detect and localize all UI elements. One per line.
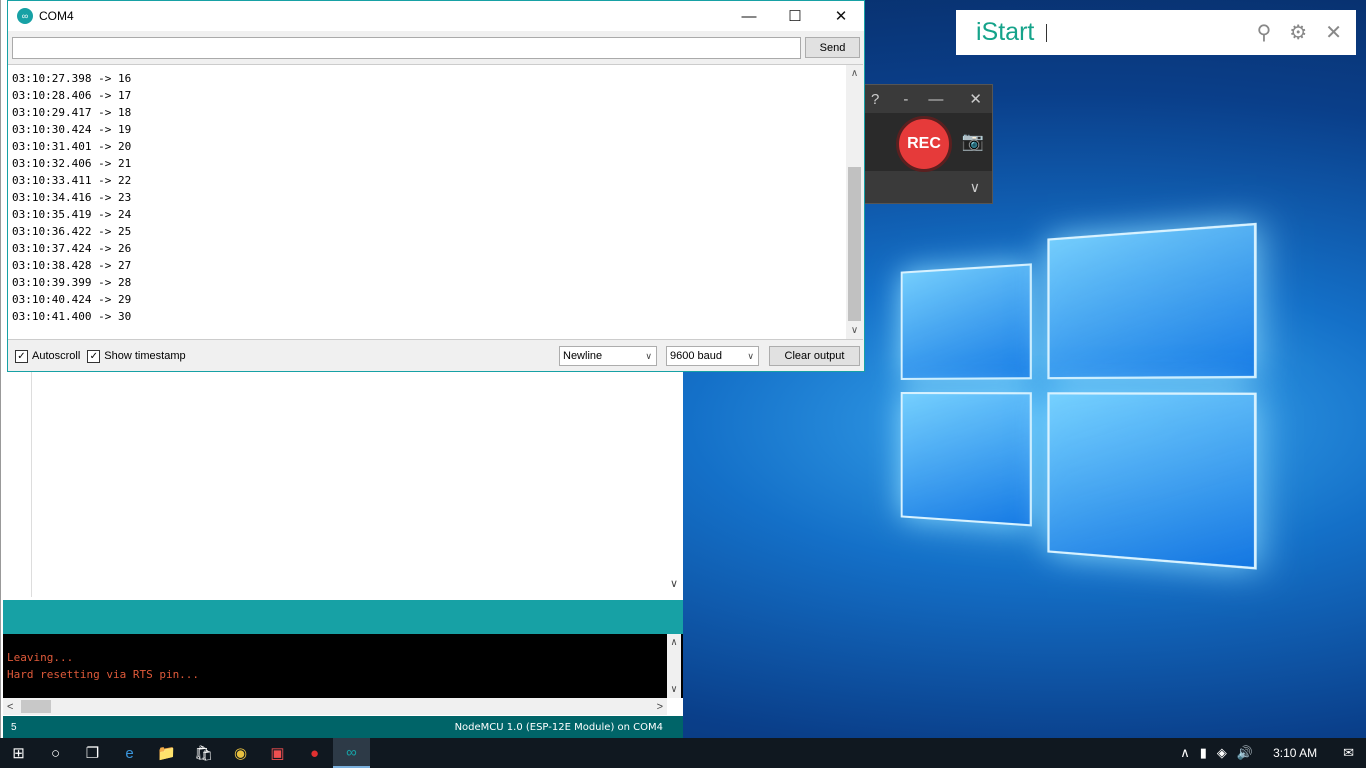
taskbar: ⊞ ○ ❐ e 📁 🛍 ◉ ▣ ● ∞ ∧ ▮ ◈ 🔊 3:10 AM ✉ bbox=[0, 738, 1366, 768]
baud-select[interactable]: 9600 baud ∨ bbox=[666, 346, 759, 366]
output-line: 03:10:36.422 -> 25 bbox=[12, 223, 131, 240]
search-icon[interactable]: ⚲ bbox=[1257, 20, 1272, 45]
output-line: 03:10:32.406 -> 21 bbox=[12, 155, 131, 172]
check-icon: ✓ bbox=[15, 350, 28, 363]
clear-output-button[interactable]: Clear output bbox=[769, 346, 860, 366]
scroll-right-icon[interactable]: > bbox=[657, 701, 663, 713]
output-line: 03:10:39.399 -> 28 bbox=[12, 274, 131, 291]
output-line: 03:10:31.401 -> 20 bbox=[12, 138, 131, 155]
console-line: Hard resetting via RTS pin... bbox=[7, 666, 683, 683]
chevron-down-icon[interactable]: ∨ bbox=[970, 179, 980, 196]
close-button[interactable]: ✕ bbox=[818, 1, 864, 31]
line-ending-select[interactable]: Newline ∨ bbox=[559, 346, 657, 366]
autoscroll-checkbox[interactable]: ✓ Autoscroll bbox=[15, 350, 80, 363]
chevron-up-icon[interactable]: ∧ bbox=[1180, 745, 1190, 761]
close-icon[interactable]: ✕ bbox=[1325, 20, 1342, 45]
scroll-down-icon[interactable]: ∨ bbox=[846, 322, 863, 339]
output-line: 03:10:35.419 -> 24 bbox=[12, 206, 131, 223]
chevron-down-icon: ∨ bbox=[747, 351, 754, 362]
output-line: 03:10:30.424 -> 19 bbox=[12, 121, 131, 138]
scroll-thumb[interactable] bbox=[21, 700, 51, 713]
output-lines: 03:10:27.398 -> 16 03:10:28.406 -> 17 03:1… bbox=[12, 70, 131, 325]
app-icon[interactable]: ▣ bbox=[259, 738, 296, 768]
task-view-icon[interactable]: ❐ bbox=[74, 738, 111, 768]
gear-icon[interactable]: ⚙ bbox=[1289, 20, 1307, 45]
screen-recorder-widget: ? - — ✕ REC 📷 ∨ bbox=[862, 84, 993, 204]
check-icon: ✓ bbox=[87, 350, 100, 363]
title-bar[interactable]: ∞ COM4 — ☐ ✕ bbox=[8, 1, 864, 31]
scroll-up-icon[interactable]: ∧ bbox=[846, 65, 863, 82]
istart-search-bar[interactable]: iStart ⚲ ⚙ ✕ bbox=[956, 10, 1356, 55]
output-line: 03:10:27.398 -> 16 bbox=[12, 70, 131, 87]
send-button[interactable]: Send bbox=[805, 37, 860, 58]
clock[interactable]: 3:10 AM bbox=[1273, 746, 1317, 760]
maximize-button[interactable]: ☐ bbox=[772, 1, 818, 31]
arduino-icon: ∞ bbox=[17, 8, 33, 24]
output-line: 03:10:34.416 -> 23 bbox=[12, 189, 131, 206]
chevron-down-icon: ∨ bbox=[645, 351, 652, 362]
scroll-thumb[interactable] bbox=[848, 167, 861, 321]
minimize-button[interactable]: — bbox=[726, 1, 772, 31]
camera-icon[interactable]: 📷 bbox=[962, 131, 984, 152]
output-line: 03:10:29.417 -> 18 bbox=[12, 104, 131, 121]
serial-output[interactable]: 03:10:27.398 -> 16 03:10:28.406 -> 17 03:1… bbox=[8, 64, 863, 340]
network-icon[interactable]: ◈ bbox=[1217, 745, 1227, 761]
serial-input[interactable] bbox=[12, 37, 801, 59]
text-cursor bbox=[1046, 24, 1047, 42]
console-line: Leaving... bbox=[7, 649, 683, 666]
file-explorer-icon[interactable]: 📁 bbox=[148, 738, 185, 768]
collapse-icon[interactable]: — bbox=[928, 91, 943, 108]
output-line: 03:10:33.411 -> 22 bbox=[12, 172, 131, 189]
scroll-down-icon[interactable]: ∨ bbox=[667, 577, 681, 590]
recorder-icon[interactable]: ● bbox=[296, 738, 333, 768]
arduino-icon[interactable]: ∞ bbox=[333, 738, 370, 768]
help-icon[interactable]: ? bbox=[871, 91, 879, 108]
minimize-icon[interactable]: - bbox=[903, 91, 908, 108]
record-button[interactable]: REC bbox=[896, 116, 952, 172]
message-bar bbox=[3, 600, 683, 634]
autoscroll-label: Autoscroll bbox=[32, 350, 80, 362]
store-icon[interactable]: 🛍 bbox=[185, 738, 222, 768]
start-button[interactable]: ⊞ bbox=[0, 738, 37, 768]
show-timestamp-label: Show timestamp bbox=[104, 350, 185, 362]
output-line: 03:10:40.424 -> 29 bbox=[12, 291, 131, 308]
serial-monitor-window: ∞ COM4 — ☐ ✕ Send 03:10:27.398 -> 16 03:1… bbox=[7, 0, 865, 372]
scroll-left-icon[interactable]: < bbox=[7, 701, 13, 713]
cortana-icon[interactable]: ○ bbox=[37, 738, 74, 768]
console-hscrollbar[interactable]: < > bbox=[3, 698, 667, 715]
board-info: NodeMCU 1.0 (ESP-12E Module) on COM4 bbox=[455, 722, 663, 733]
battery-icon[interactable]: ▮ bbox=[1200, 745, 1207, 761]
baud-value: 9600 baud bbox=[670, 350, 722, 362]
line-ending-value: Newline bbox=[563, 350, 602, 362]
istart-logo: iStart bbox=[976, 18, 1034, 47]
line-number: 5 bbox=[11, 722, 17, 733]
edge-icon[interactable]: e bbox=[111, 738, 148, 768]
show-timestamp-checkbox[interactable]: ✓ Show timestamp bbox=[87, 350, 185, 363]
output-scrollbar[interactable]: ∧ ∨ bbox=[846, 65, 863, 339]
chrome-icon[interactable]: ◉ bbox=[222, 738, 259, 768]
output-line: 03:10:37.424 -> 26 bbox=[12, 240, 131, 257]
volume-icon[interactable]: 🔊 bbox=[1237, 745, 1253, 761]
output-line: 03:10:41.400 -> 30 bbox=[12, 308, 131, 325]
output-line: 03:10:38.428 -> 27 bbox=[12, 257, 131, 274]
console-output: Leaving... Hard resetting via RTS pin...… bbox=[3, 634, 683, 698]
line-gutter bbox=[3, 372, 32, 597]
console-scrollbar[interactable]: ∧ ∨ bbox=[667, 634, 681, 698]
windows-logo-wallpaper bbox=[895, 198, 1266, 580]
close-icon[interactable]: ✕ bbox=[969, 90, 982, 108]
output-line: 03:10:28.406 -> 17 bbox=[12, 87, 131, 104]
window-title: COM4 bbox=[39, 9, 74, 23]
status-bar: 5 NodeMCU 1.0 (ESP-12E Module) on COM4 bbox=[3, 716, 683, 738]
code-editor[interactable]: ∨ bbox=[3, 372, 681, 597]
notifications-icon[interactable]: ✉ bbox=[1343, 745, 1354, 761]
